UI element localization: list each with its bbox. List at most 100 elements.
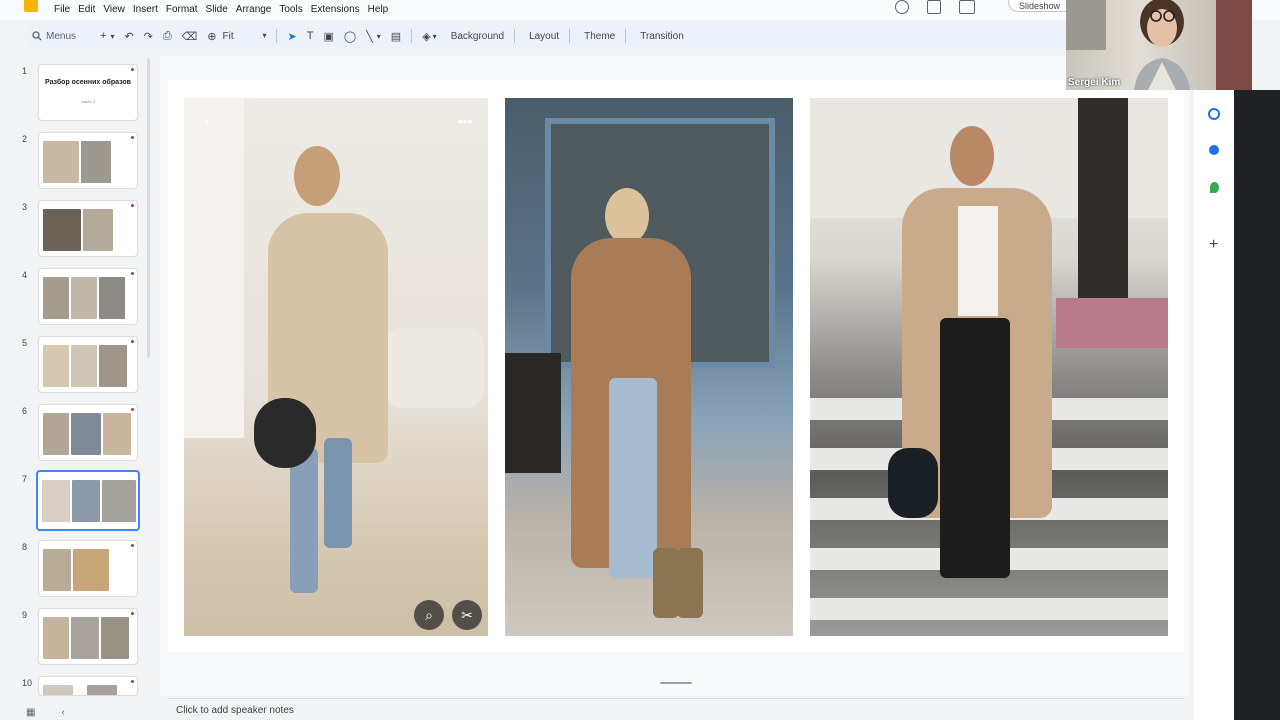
video-background — [1066, 0, 1106, 50]
menu-insert[interactable]: Insert — [129, 3, 162, 17]
zoom-select[interactable]: Fit ▾ — [222, 31, 266, 42]
menu-list: File Edit View Insert Format Slide Arran… — [50, 3, 392, 17]
lens-search-icon[interactable]: ⌕ — [414, 600, 444, 630]
figure-boot — [677, 548, 703, 618]
menu-help[interactable]: Help — [364, 3, 393, 17]
thumbnail-image — [71, 277, 97, 319]
grid-view-icon[interactable]: ▦ — [26, 707, 35, 718]
handbag-shape — [888, 448, 938, 518]
figure-trousers — [940, 318, 1010, 578]
slide-thumbnail-8[interactable] — [38, 540, 138, 597]
slide-number: 4 — [22, 270, 28, 280]
figure-top — [958, 206, 998, 316]
menu-file[interactable]: File — [50, 3, 74, 17]
slides-logo-icon[interactable] — [24, 0, 38, 12]
maps-icon[interactable] — [1210, 182, 1219, 193]
transition-button[interactable]: Transition — [640, 31, 684, 42]
slide-thumbnail-4[interactable] — [38, 268, 138, 325]
print-icon[interactable]: ⎙ — [163, 30, 172, 43]
slide-thumbnail-5[interactable] — [38, 336, 138, 393]
paint-bucket-icon[interactable]: ◈ — [422, 30, 430, 43]
figure-head — [605, 188, 649, 244]
outfit-photo-2[interactable] — [505, 98, 793, 636]
divider — [276, 29, 278, 43]
thumbnail-image — [43, 209, 81, 251]
menu-edit[interactable]: Edit — [74, 3, 99, 17]
slide-number: 2 — [22, 134, 28, 144]
meet-icon[interactable] — [959, 0, 975, 14]
dropdown-icon[interactable]: ▾ — [433, 32, 437, 41]
more-dots-icon[interactable]: ••• — [450, 106, 480, 136]
thumbnail-image — [43, 141, 79, 183]
menu-arrange[interactable]: Arrange — [232, 3, 276, 17]
thumbnail-image — [43, 549, 71, 591]
comment-add-icon[interactable]: ▤ — [391, 30, 401, 43]
contacts-icon[interactable] — [1209, 145, 1219, 155]
thumbnail-image — [71, 413, 101, 455]
collapse-chevron-icon[interactable]: ‹ — [61, 707, 64, 718]
notes-resize-handle[interactable] — [660, 682, 692, 684]
slide-thumbnail-9[interactable] — [38, 608, 138, 665]
thumbnail-image — [102, 480, 136, 522]
menu-tools[interactable]: Tools — [275, 3, 306, 17]
chevron-down-icon: ▾ — [262, 30, 267, 40]
thumbnail-image — [81, 141, 111, 183]
slide-number: 6 — [22, 406, 28, 416]
slide-thumbnail-6[interactable] — [38, 404, 138, 461]
history-icon[interactable] — [895, 0, 909, 14]
slide-thumbnail-7[interactable] — [36, 470, 140, 531]
comments-icon[interactable] — [927, 0, 941, 14]
line-icon[interactable]: ╲ — [366, 30, 373, 43]
slide-thumbnail-3[interactable] — [38, 200, 138, 257]
new-slide-icon[interactable]: + — [100, 30, 106, 42]
filmstrip-scrollbar[interactable] — [147, 58, 150, 358]
theme-button[interactable]: Theme — [584, 31, 615, 42]
text-box-icon[interactable]: T — [307, 30, 314, 42]
slide-thumbnail-2[interactable] — [38, 132, 138, 189]
thumbnail-image — [43, 617, 69, 659]
marker-dot — [131, 68, 134, 71]
shape-icon[interactable]: ◯ — [344, 30, 356, 43]
add-icon[interactable]: + — [1209, 236, 1218, 254]
thumbnail-image — [87, 685, 117, 695]
menu-slide[interactable]: Slide — [202, 3, 232, 17]
window-edge — [1234, 90, 1280, 720]
cafe-sign-shape — [505, 353, 561, 473]
side-panel: + — [1194, 90, 1234, 720]
video-call-tile[interactable]: Sergei Kim — [1066, 0, 1252, 90]
slide-number: 3 — [22, 202, 28, 212]
search-icon — [32, 31, 42, 41]
dropdown-icon[interactable]: ▾ — [377, 32, 381, 41]
slide-subtitle: Часть 2 — [80, 99, 96, 104]
select-cursor-icon[interactable]: ➤ — [287, 30, 296, 43]
back-chevron-icon[interactable]: ‹ — [192, 106, 222, 136]
menu-view[interactable]: View — [99, 3, 129, 17]
outfit-photo-3[interactable] — [810, 98, 1168, 636]
paint-format-icon[interactable]: ⌫ — [182, 30, 198, 43]
slide-thumbnail-10[interactable] — [38, 676, 138, 696]
slide-title: Разбор осенних образов — [45, 79, 131, 86]
slide-thumbnail-1[interactable]: Разбор осенних образов Часть 2 — [38, 64, 138, 121]
layout-button[interactable]: Layout — [529, 31, 559, 42]
search-menus[interactable]: Menus — [32, 31, 90, 42]
image-icon[interactable]: ▣ — [323, 30, 333, 43]
outfit-photo-1[interactable]: ‹ ••• ⌕ ✂ — [184, 98, 488, 636]
armchair-shape — [384, 328, 484, 408]
divider — [411, 29, 413, 43]
marker-dot — [131, 272, 134, 275]
scissors-icon[interactable]: ✂ — [452, 600, 482, 630]
thumbnail-image — [103, 413, 131, 455]
undo-icon[interactable]: ↶ — [124, 30, 133, 43]
marker-dot — [131, 340, 134, 343]
menu-extensions[interactable]: Extensions — [307, 3, 364, 17]
tasks-icon[interactable] — [1208, 108, 1220, 120]
background-button[interactable]: Background — [451, 31, 504, 42]
slide-number: 9 — [22, 610, 28, 620]
zoom-icon[interactable]: ⊕ — [207, 30, 216, 43]
thumbnail-image — [99, 345, 127, 387]
speaker-notes[interactable]: Click to add speaker notes — [168, 698, 1184, 720]
menu-format[interactable]: Format — [162, 3, 202, 17]
zoom-value: Fit — [222, 30, 234, 42]
dropdown-icon[interactable]: ▾ — [110, 32, 114, 41]
redo-icon[interactable]: ↷ — [144, 30, 153, 43]
